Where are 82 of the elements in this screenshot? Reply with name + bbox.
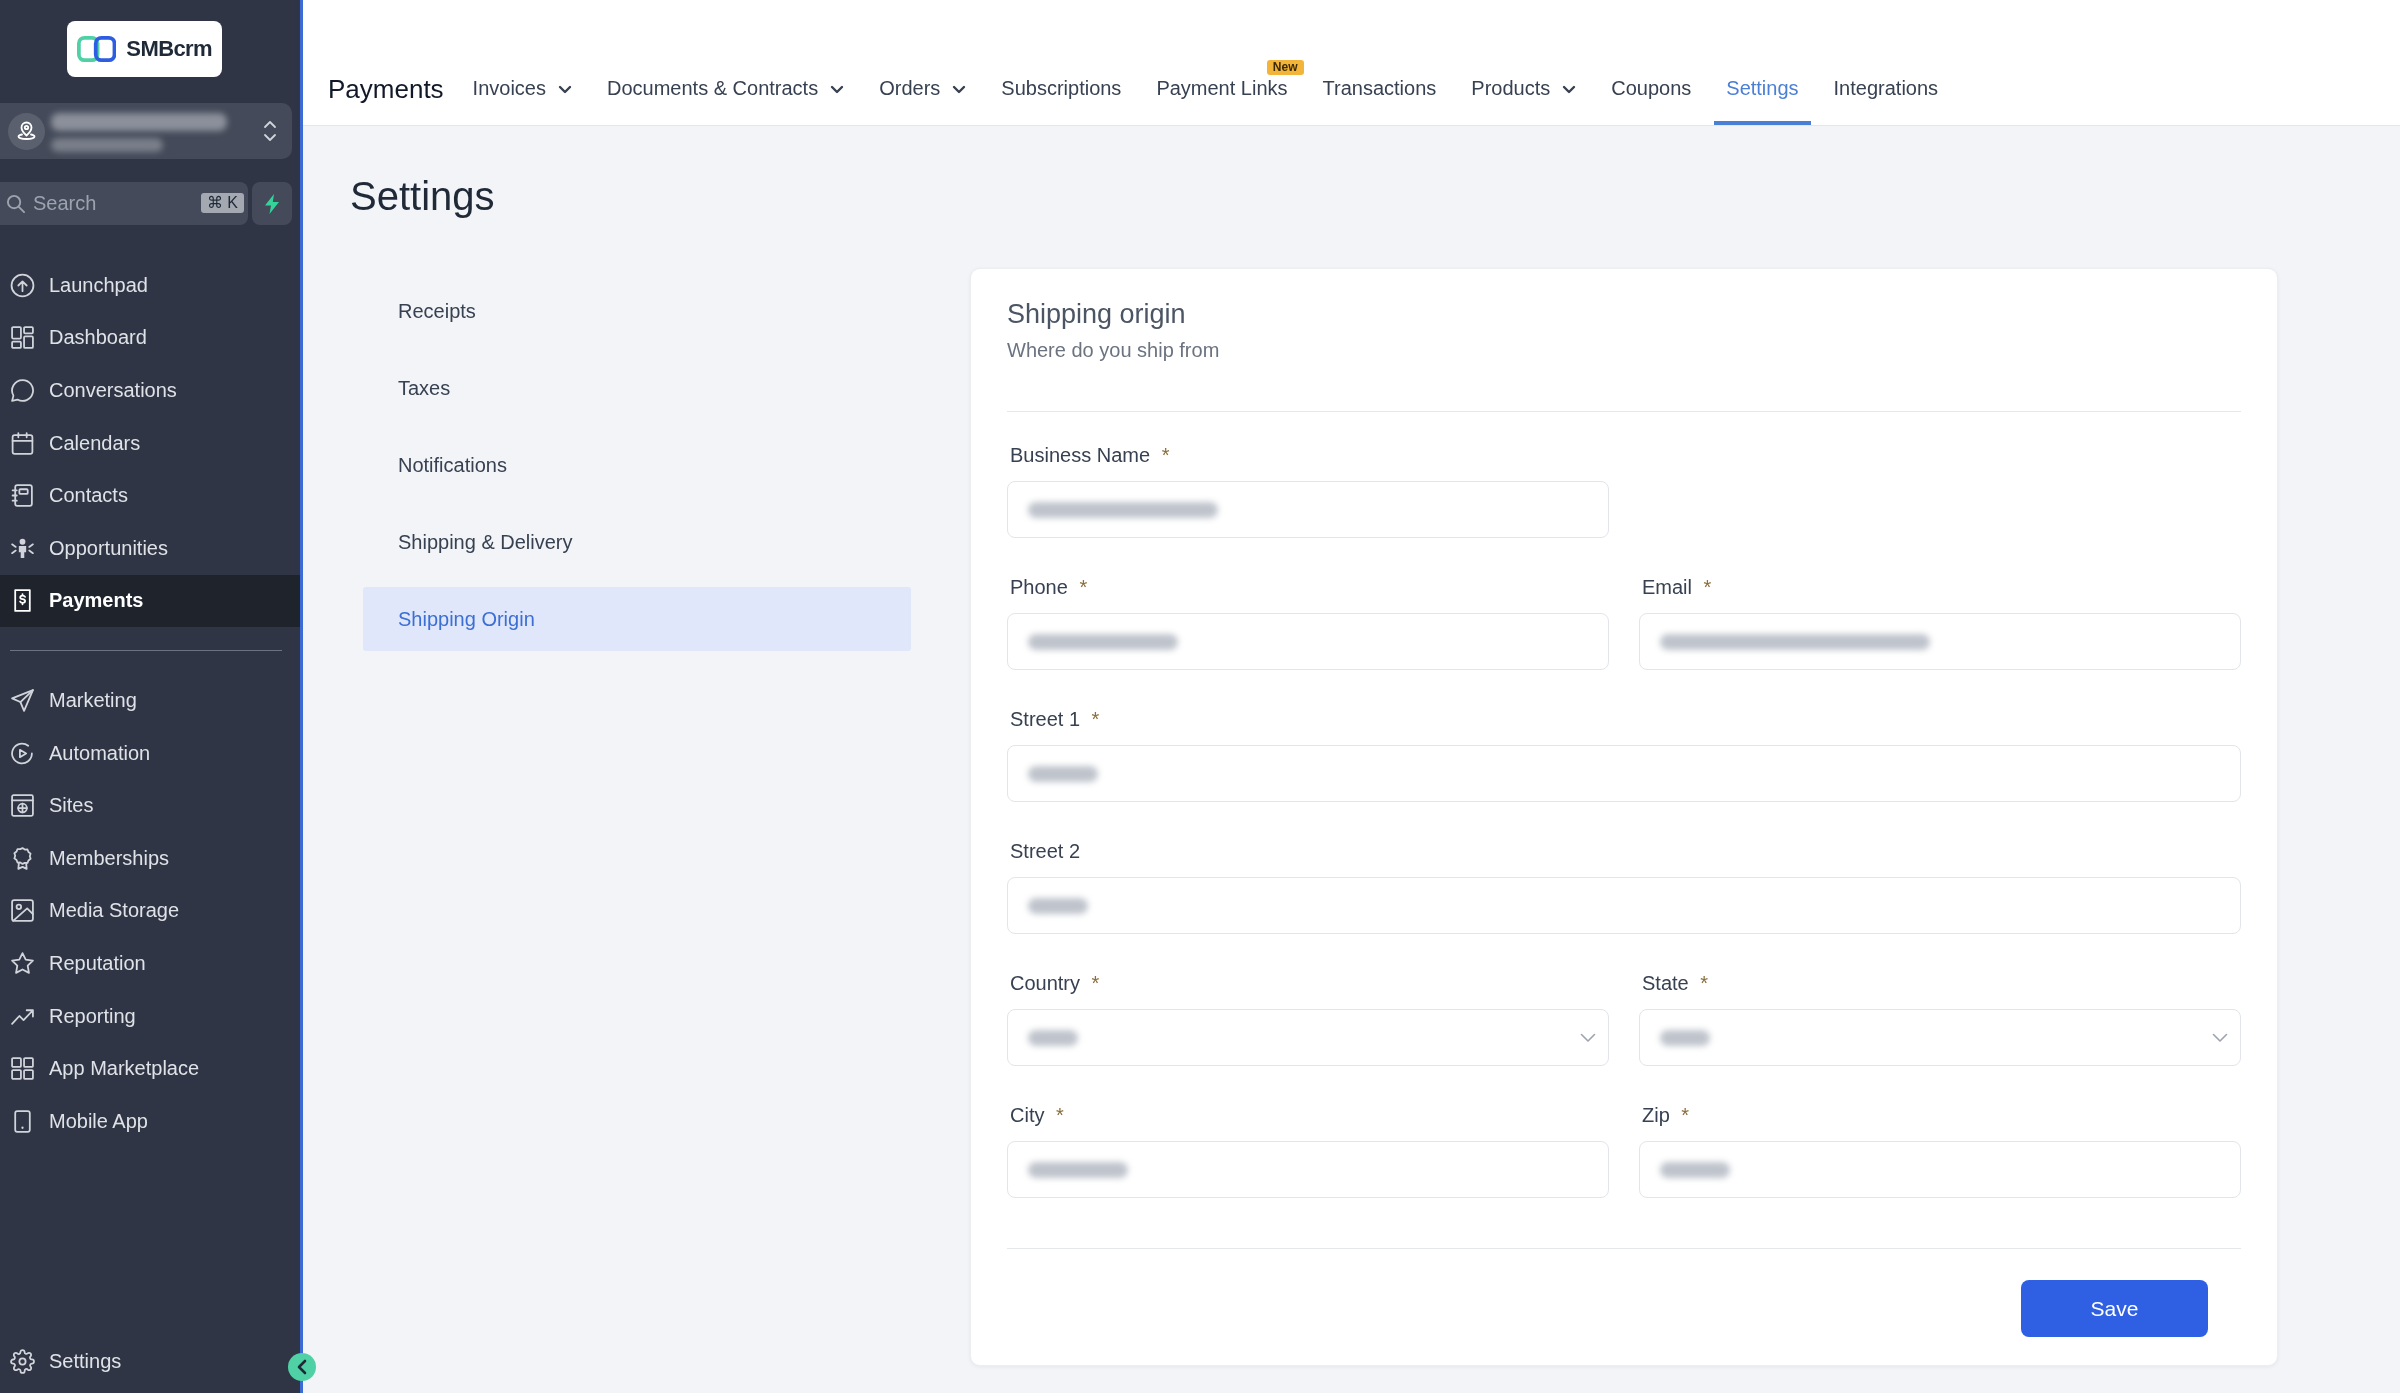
nav-tab[interactable]: Orders: [867, 77, 979, 125]
chevron-up-down-icon: [263, 120, 277, 142]
settings-menu-item[interactable]: Notifications: [363, 433, 911, 497]
sidebar-item[interactable]: Sites: [0, 779, 300, 832]
chevron-left-icon: [297, 1359, 307, 1375]
input-field[interactable]: [1007, 745, 2241, 802]
address-book-icon: [10, 483, 35, 509]
sidebar-item[interactable]: Opportunities: [0, 521, 300, 575]
collapse-button[interactable]: [288, 1353, 316, 1381]
image-icon: [10, 898, 35, 924]
settings-menu-item[interactable]: Taxes: [363, 356, 911, 420]
browser-globe-icon: [10, 793, 35, 819]
field-label: Business Name *: [1009, 443, 1170, 468]
field-label: Zip *: [1641, 1103, 1690, 1128]
card-subtitle: Where do you ship from: [1007, 338, 1221, 363]
sidebar-item[interactable]: Payments: [0, 574, 300, 628]
logo-panel[interactable]: SMBcrm: [67, 21, 222, 77]
field-label: Phone *: [1009, 575, 1088, 600]
nav-tab[interactable]: Payment Links: [1144, 77, 1300, 125]
paper-plane-icon: [10, 687, 35, 713]
sidebar-item[interactable]: App Marketplace: [0, 1042, 300, 1095]
sidebar-item[interactable]: Automation: [0, 726, 300, 780]
nav-tab[interactable]: Integrations: [1821, 77, 1951, 125]
nav-tab[interactable]: Documents & Contracts: [595, 77, 857, 125]
chevron-down-icon: [2212, 1032, 2228, 1043]
search-icon: [6, 194, 25, 213]
calendar-icon: [10, 430, 35, 456]
input-field[interactable]: [1007, 1141, 1609, 1198]
sidebar-item[interactable]: Settings: [0, 1335, 280, 1388]
quick-action-button[interactable]: [252, 182, 292, 225]
field-label: Email *: [1641, 575, 1712, 600]
sidebar-item[interactable]: Marketing: [0, 674, 300, 727]
field-label: Street 1 *: [1009, 707, 1100, 732]
nav-tab[interactable]: Coupons: [1599, 77, 1704, 125]
nav-tab[interactable]: Settings: [1714, 77, 1811, 125]
settings-menu-item[interactable]: Shipping & Delivery: [363, 510, 911, 574]
lightning-bolt-icon: [264, 193, 280, 214]
grid-icon: [10, 1056, 35, 1082]
field-label: City *: [1009, 1103, 1064, 1128]
field-label: Street 2: [1009, 839, 1081, 864]
nav-tab[interactable]: Transactions: [1310, 77, 1449, 125]
sidebar-item[interactable]: Reputation: [0, 937, 300, 990]
nav-tab[interactable]: Invoices: [460, 77, 584, 125]
section-title: Payments: [328, 72, 444, 106]
input-field[interactable]: [1007, 877, 2241, 934]
chevron-down-icon: [1580, 1032, 1596, 1043]
nav-tab[interactable]: Products: [1459, 77, 1589, 125]
star-icon: [10, 950, 35, 976]
sidebar-item[interactable]: Mobile App: [0, 1094, 300, 1148]
sidebar-item[interactable]: Calendars: [0, 416, 300, 470]
sidebar-item[interactable]: Launchpad: [0, 259, 300, 312]
page-title: Settings: [350, 173, 496, 220]
sidebar-item[interactable]: Contacts: [0, 469, 300, 522]
settings-menu-item[interactable]: Shipping Origin: [363, 587, 911, 651]
brand-name: SMBcrm: [126, 36, 212, 62]
keyboard-shortcut: ⌘ K: [200, 193, 244, 213]
sidebar-item[interactable]: Reporting: [0, 989, 300, 1043]
play-circle-icon: [10, 740, 35, 766]
sidebar-item[interactable]: Memberships: [0, 831, 300, 885]
sidebar-item[interactable]: Dashboard: [0, 311, 300, 365]
field-label: Country *: [1009, 971, 1100, 996]
nav-tab[interactable]: Subscriptions: [989, 77, 1134, 125]
layout-grid-icon: [10, 325, 35, 351]
select-field[interactable]: [1007, 1009, 1609, 1066]
settings-menu-item[interactable]: Receipts: [363, 279, 911, 343]
location-pin-icon: [8, 112, 45, 150]
chat-bubble-icon: [10, 378, 35, 403]
sidebar-item[interactable]: Conversations: [0, 364, 300, 417]
sidebar-item[interactable]: Media Storage: [0, 884, 300, 938]
logo-icon: [77, 35, 117, 63]
arrow-up-circle-icon: [10, 272, 35, 298]
input-field[interactable]: [1639, 613, 2241, 670]
new-badge: New: [1266, 60, 1304, 75]
account-switcher[interactable]: [0, 103, 292, 159]
settings-icon: [10, 1349, 35, 1375]
input-field[interactable]: [1007, 613, 1609, 670]
select-field[interactable]: [1639, 1009, 2241, 1066]
field-label: State *: [1641, 971, 1709, 996]
input-field[interactable]: [1007, 481, 1609, 538]
save-button[interactable]: Save: [2021, 1280, 2208, 1337]
card-title: Shipping origin: [1007, 298, 1187, 331]
input-field[interactable]: [1639, 1141, 2241, 1198]
